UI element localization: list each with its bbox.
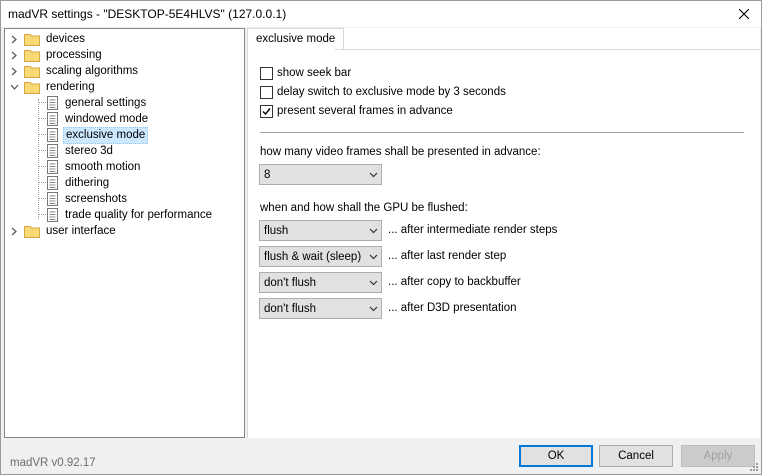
flush-last-step-dropdown[interactable]: flush & wait (sleep): [259, 246, 382, 267]
dropdown-value: flush: [264, 224, 289, 237]
tree-connector-line: [38, 214, 46, 215]
tree-item-label: dithering: [65, 176, 110, 189]
tree-item-label: general settings: [65, 96, 147, 109]
tree-connector-line: [38, 150, 46, 151]
tree-item-label: scaling algorithms: [46, 64, 139, 77]
tree-item-label: user interface: [46, 224, 116, 237]
folder-icon: [24, 225, 40, 238]
checkmark-icon: [262, 107, 271, 115]
delay-switch-checkbox[interactable]: [260, 85, 273, 99]
ok-button[interactable]: OK: [519, 445, 593, 467]
tree-connector-line: [38, 134, 46, 135]
tree-item-label: rendering: [46, 80, 95, 93]
tree-item-scaling-algorithms[interactable]: scaling algorithms: [9, 63, 140, 79]
window-title: madVR settings - "DESKTOP-5E4HLVS" (127.…: [8, 7, 287, 21]
tree-connector-line: [38, 118, 46, 119]
dropdown-value: flush & wait (sleep): [264, 250, 362, 263]
expand-arrow-icon[interactable]: [9, 223, 20, 239]
tree-item-general-settings[interactable]: general settings: [47, 95, 148, 111]
show-seek-bar-checkbox[interactable]: [260, 66, 273, 80]
tree-connector-line: [38, 198, 46, 199]
tree-item-smooth-motion[interactable]: smooth motion: [47, 159, 142, 175]
tree-item-screenshots[interactable]: screenshots: [47, 191, 129, 207]
folder-icon: [24, 33, 40, 46]
tree-item-label-selected: exclusive mode: [63, 126, 149, 144]
dropdown-value: don't flush: [264, 302, 317, 315]
page-icon: [47, 96, 58, 110]
page-icon: [47, 144, 58, 158]
tree-item-user-interface[interactable]: user interface: [9, 223, 118, 239]
dropdown-value: don't flush: [264, 276, 317, 289]
tree-connector-line: [38, 182, 46, 183]
tab-exclusive-mode[interactable]: exclusive mode: [247, 28, 345, 50]
tree-item-label: windowed mode: [65, 112, 149, 125]
apply-button[interactable]: Apply: [681, 445, 755, 467]
close-icon: [739, 9, 749, 19]
present-frames-checkbox[interactable]: [260, 104, 273, 118]
tree-connector-line: [38, 99, 39, 219]
chevron-down-icon: [365, 299, 381, 318]
title-bar[interactable]: madVR settings - "DESKTOP-5E4HLVS" (127.…: [1, 1, 761, 27]
flush-intermediate-dropdown[interactable]: flush: [259, 220, 382, 241]
tree-item-label: smooth motion: [65, 160, 141, 173]
delay-switch-option[interactable]: delay switch to exclusive mode by 3 seco…: [260, 84, 506, 100]
tree-item-devices[interactable]: devices: [9, 31, 87, 47]
flush-d3d-suffix: ... after D3D presentation: [388, 302, 517, 314]
separator: [260, 132, 744, 133]
tree-item-label: screenshots: [65, 192, 128, 205]
chevron-down-icon: [365, 273, 381, 292]
version-label: madVR v0.92.17: [10, 457, 96, 469]
flush-last-step-suffix: ... after last render step: [388, 250, 507, 262]
tree-item-label: devices: [46, 32, 85, 45]
chevron-down-icon: [365, 165, 381, 184]
tree-item-label: stereo 3d: [65, 144, 113, 157]
frames-in-advance-dropdown[interactable]: 8: [259, 164, 382, 185]
tree-connector-line: [38, 166, 46, 167]
resize-grip-icon[interactable]: [749, 462, 759, 472]
tree-connector-line: [38, 102, 46, 103]
dropdown-value: 8: [264, 168, 271, 181]
tree-item-stereo-3d[interactable]: stereo 3d: [47, 143, 115, 159]
tree-item-windowed-mode[interactable]: windowed mode: [47, 111, 150, 127]
delay-switch-label: delay switch to exclusive mode by 3 seco…: [277, 86, 506, 98]
tree-item-rendering[interactable]: rendering: [9, 79, 97, 95]
expand-arrow-icon[interactable]: [9, 47, 20, 63]
page-icon: [47, 208, 58, 222]
tree-item-processing[interactable]: processing: [9, 47, 104, 63]
flush-backbuffer-dropdown[interactable]: don't flush: [259, 272, 382, 293]
frames-label: how many video frames shall be presented…: [260, 146, 541, 158]
page-icon: [47, 112, 58, 126]
flush-label: when and how shall the GPU be flushed:: [260, 202, 468, 214]
tab-underline: [335, 49, 760, 50]
page-icon: [47, 160, 58, 174]
collapse-arrow-icon[interactable]: [9, 79, 20, 95]
chevron-down-icon: [365, 221, 381, 240]
tree-item-label: processing: [46, 48, 102, 61]
folder-icon: [24, 49, 40, 62]
folder-open-icon: [24, 81, 40, 94]
tree-item-trade-quality[interactable]: trade quality for performance: [47, 207, 214, 223]
expand-arrow-icon[interactable]: [9, 63, 20, 79]
page-icon: [47, 192, 58, 206]
page-icon: [47, 128, 58, 142]
flush-backbuffer-suffix: ... after copy to backbuffer: [388, 276, 521, 288]
tree-item-dithering[interactable]: dithering: [47, 175, 111, 191]
settings-window: madVR settings - "DESKTOP-5E4HLVS" (127.…: [0, 0, 762, 475]
settings-tree[interactable]: devices processing scaling algorithms re…: [4, 28, 245, 438]
show-seek-bar-option[interactable]: show seek bar: [260, 65, 351, 81]
flush-intermediate-suffix: ... after intermediate render steps: [388, 224, 558, 236]
folder-icon: [24, 65, 40, 78]
page-icon: [47, 176, 58, 190]
expand-arrow-icon[interactable]: [9, 31, 20, 47]
present-frames-label: present several frames in advance: [277, 105, 453, 117]
cancel-button[interactable]: Cancel: [599, 445, 673, 467]
tree-item-label: trade quality for performance: [65, 208, 213, 221]
present-frames-option[interactable]: present several frames in advance: [260, 103, 453, 119]
chevron-down-icon: [365, 247, 381, 266]
close-button[interactable]: [727, 1, 761, 27]
show-seek-bar-label: show seek bar: [277, 67, 352, 79]
tree-item-exclusive-mode[interactable]: exclusive mode: [47, 126, 149, 144]
flush-d3d-dropdown[interactable]: don't flush: [259, 298, 382, 319]
